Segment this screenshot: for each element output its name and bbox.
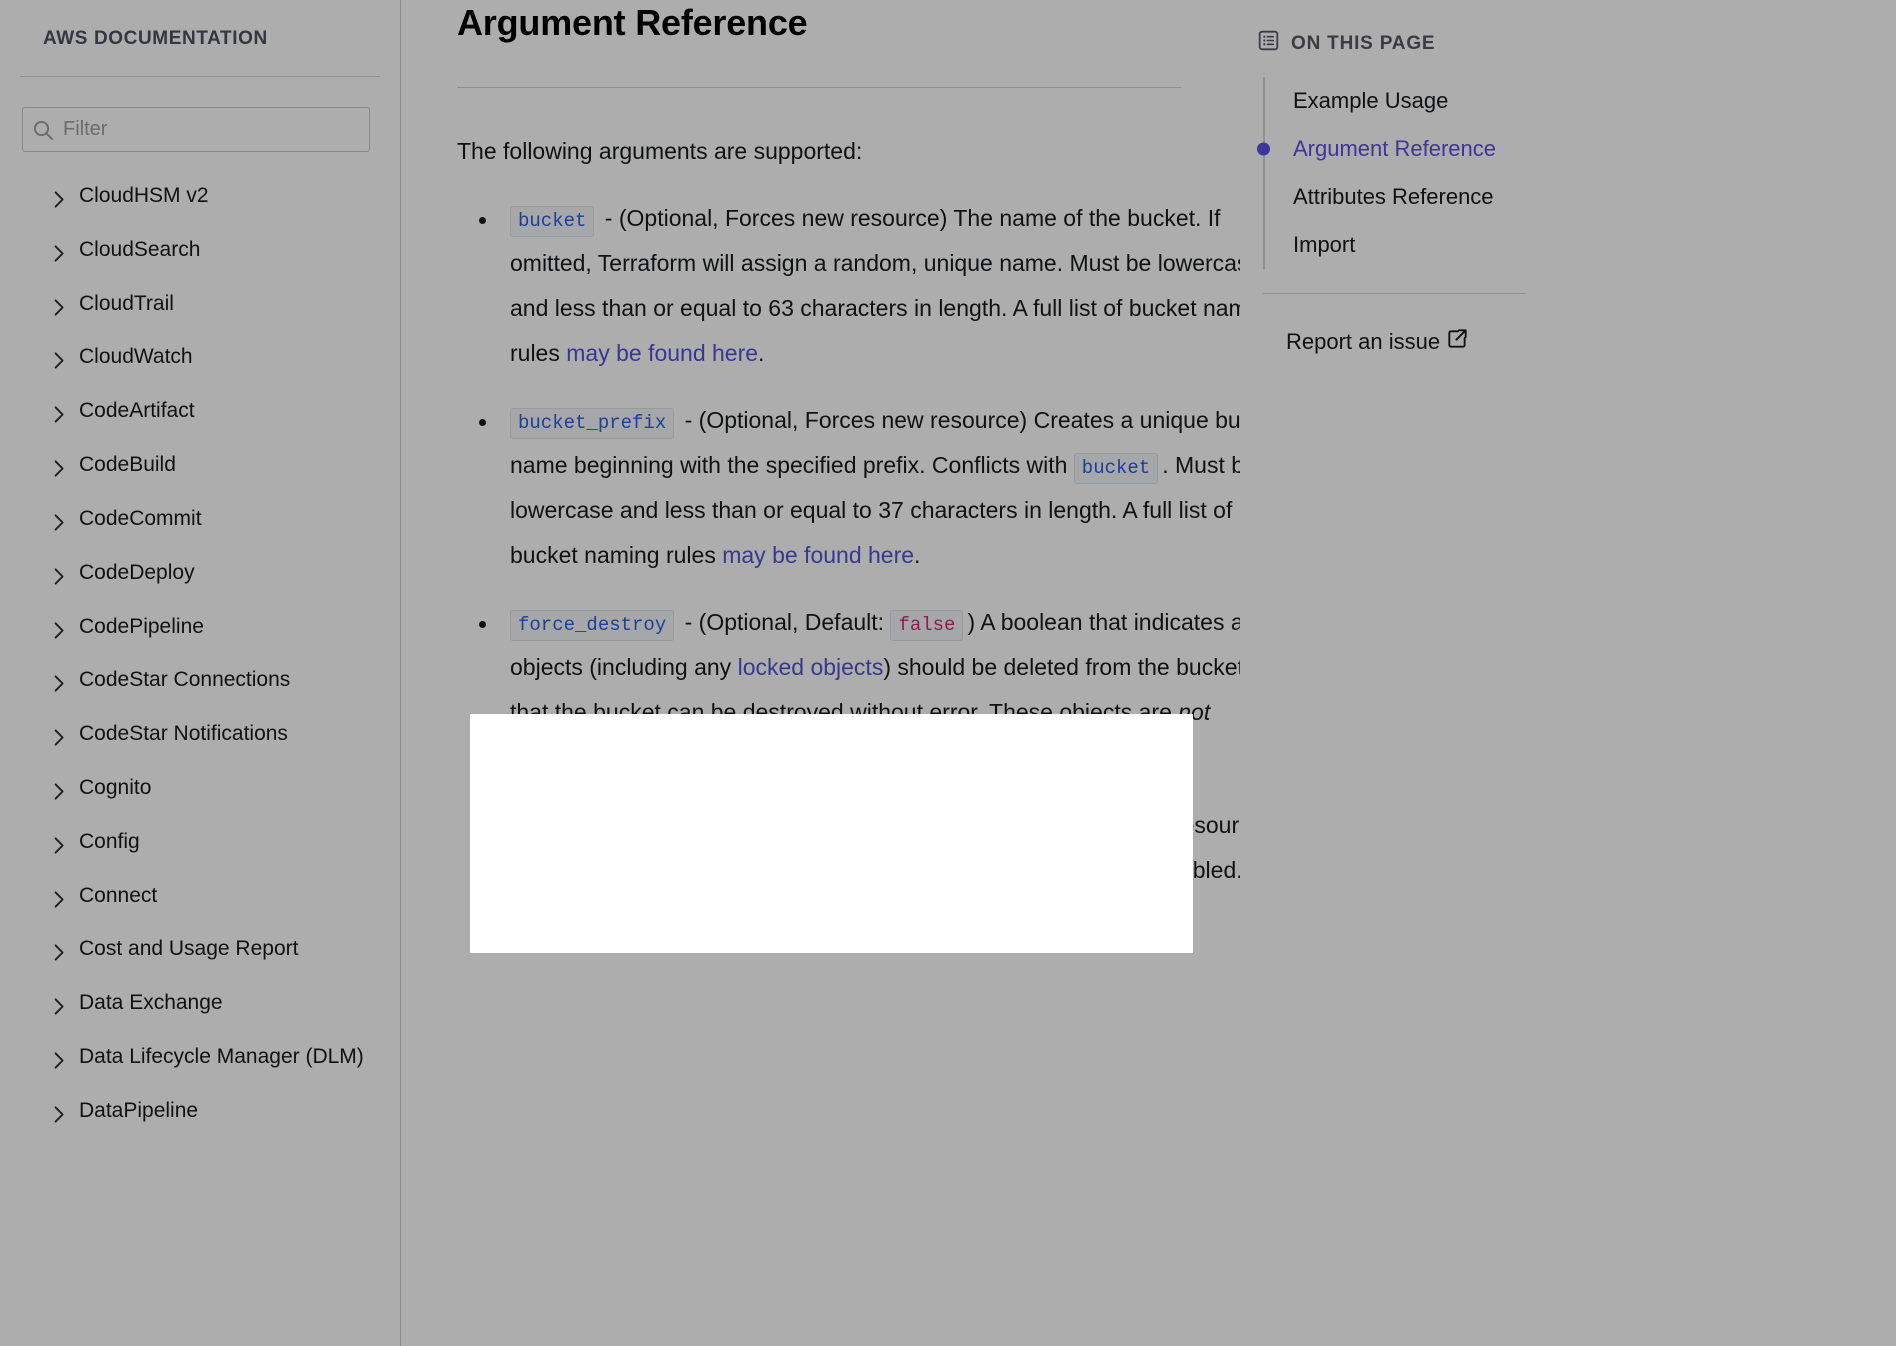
- sidebar-item-label: Cost and Usage Report: [79, 934, 376, 964]
- sidebar-item-label: CodeDeploy: [79, 558, 376, 588]
- sidebar-item-label: CloudHSM v2: [79, 181, 376, 211]
- argument-text: .: [914, 542, 920, 568]
- toc-item-argument-reference[interactable]: Argument Reference: [1265, 125, 1896, 173]
- sidebar-item-label: CodeStar Connections: [79, 665, 376, 695]
- chevron-right-icon: [54, 187, 65, 217]
- filter-input[interactable]: [63, 118, 369, 141]
- sidebar-item-codestar-connections[interactable]: CodeStar Connections: [0, 656, 400, 710]
- sidebar-item-codecommit[interactable]: CodeCommit: [0, 495, 400, 549]
- sidebar-item-label: Cognito: [79, 773, 376, 803]
- sidebar-item-label: DataPipeline: [79, 1096, 376, 1126]
- inline-doc-link[interactable]: locked objects: [738, 654, 884, 680]
- lead-paragraph: The following arguments are supported:: [457, 134, 1240, 170]
- sidebar-item-codedeploy[interactable]: CodeDeploy: [0, 549, 400, 603]
- sidebar-item-codebuild[interactable]: CodeBuild: [0, 441, 400, 495]
- on-this-page-header: ON THIS PAGE: [1258, 30, 1896, 57]
- left-sidebar: AWS DOCUMENTATION CloudHSM v2 CloudSearch…: [0, 0, 401, 1346]
- search-icon: [23, 107, 63, 152]
- sidebar-item-label: Data Exchange: [79, 988, 376, 1018]
- table-of-contents: Example UsageArgument ReferenceAttribute…: [1263, 77, 1896, 269]
- chevron-right-icon: [54, 510, 65, 540]
- chevron-right-icon: [54, 1102, 65, 1132]
- sidebar-item-cloudwatch[interactable]: CloudWatch: [0, 333, 400, 387]
- sidebar-item-cloudhsm-v2[interactable]: CloudHSM v2: [0, 172, 400, 226]
- external-link-icon: [1447, 328, 1468, 355]
- sidebar-item-label: CloudSearch: [79, 235, 376, 265]
- service-nav-list: CloudHSM v2 CloudSearch CloudTrail CloudWat…: [0, 152, 400, 1141]
- chevron-right-icon: [54, 725, 65, 755]
- sidebar-item-cognito[interactable]: Cognito: [0, 764, 400, 818]
- sidebar-item-cloudtrail[interactable]: CloudTrail: [0, 280, 400, 334]
- right-sidebar-divider: [1263, 293, 1525, 294]
- sidebar-item-cost-and-usage-report[interactable]: Cost and Usage Report: [0, 925, 400, 979]
- highlighted-argument-card: force_destroy - (Optional, Default: fals…: [470, 714, 1193, 953]
- chevron-right-icon: [54, 833, 65, 863]
- list-document-icon: [1258, 30, 1279, 57]
- filter-box[interactable]: [22, 107, 370, 152]
- chevron-right-icon: [54, 1048, 65, 1078]
- code-token: bucket: [1074, 453, 1158, 484]
- report-an-issue-link[interactable]: Report an issue: [1286, 328, 1468, 355]
- toc-item-import[interactable]: Import: [1265, 221, 1896, 269]
- on-this-page-label: ON THIS PAGE: [1291, 33, 1435, 55]
- sidebar-item-codestar-notifications[interactable]: CodeStar Notifications: [0, 710, 400, 764]
- inline-doc-link[interactable]: may be found here: [566, 340, 758, 366]
- page-title: Argument Reference: [457, 0, 1240, 44]
- code-value-token: false: [890, 610, 963, 641]
- sidebar-item-datapipeline[interactable]: DataPipeline: [0, 1087, 400, 1141]
- sidebar-item-label: Data Lifecycle Manager (DLM): [79, 1042, 376, 1072]
- toc-item-example-usage[interactable]: Example Usage: [1265, 77, 1896, 125]
- sidebar-title: AWS DOCUMENTATION: [0, 0, 400, 76]
- sidebar-item-label: CloudWatch: [79, 342, 376, 372]
- inline-doc-link[interactable]: may be found here: [722, 542, 914, 568]
- sidebar-item-codeartifact[interactable]: CodeArtifact: [0, 387, 400, 441]
- sidebar-item-data-exchange[interactable]: Data Exchange: [0, 979, 400, 1033]
- code-token: bucket_prefix: [510, 408, 674, 439]
- report-label: Report an issue: [1286, 329, 1440, 355]
- chevron-right-icon: [54, 940, 65, 970]
- title-rule: [457, 87, 1181, 88]
- documentation-page: AWS DOCUMENTATION CloudHSM v2 CloudSearch…: [0, 0, 1896, 1346]
- sidebar-item-label: CodePipeline: [79, 612, 376, 642]
- chevron-right-icon: [54, 671, 65, 701]
- chevron-right-icon: [54, 241, 65, 271]
- chevron-right-icon: [54, 348, 65, 378]
- chevron-right-icon: [54, 456, 65, 486]
- sidebar-item-codepipeline[interactable]: CodePipeline: [0, 603, 400, 657]
- sidebar-item-label: CodeStar Notifications: [79, 719, 376, 749]
- argument-item-bucket-prefix: bucket_prefix - (Optional, Forces new re…: [457, 398, 1240, 578]
- sidebar-item-label: CodeCommit: [79, 504, 376, 534]
- sidebar-item-config[interactable]: Config: [0, 818, 400, 872]
- chevron-right-icon: [54, 618, 65, 648]
- chevron-right-icon: [54, 779, 65, 809]
- filter-wrap: [0, 77, 400, 152]
- code-token: bucket: [510, 206, 594, 237]
- chevron-right-icon: [54, 295, 65, 325]
- sidebar-item-connect[interactable]: Connect: [0, 872, 400, 926]
- code-token: force_destroy: [510, 610, 674, 641]
- sidebar-item-cloudsearch[interactable]: CloudSearch: [0, 226, 400, 280]
- argument-item-bucket: bucket - (Optional, Forces new resource)…: [457, 196, 1240, 376]
- chevron-right-icon: [54, 994, 65, 1024]
- sidebar-item-label: CodeBuild: [79, 450, 376, 480]
- sidebar-item-label: CodeArtifact: [79, 396, 376, 426]
- sidebar-item-label: CloudTrail: [79, 289, 376, 319]
- sidebar-item-label: Connect: [79, 881, 376, 911]
- chevron-right-icon: [54, 564, 65, 594]
- chevron-right-icon: [54, 887, 65, 917]
- sidebar-item-label: Config: [79, 827, 376, 857]
- chevron-right-icon: [54, 402, 65, 432]
- right-sidebar: ON THIS PAGE Example UsageArgument Refer…: [1240, 0, 1896, 1346]
- sidebar-item-data-lifecycle-manager-dlm[interactable]: Data Lifecycle Manager (DLM): [0, 1033, 400, 1087]
- argument-text: .: [758, 340, 764, 366]
- toc-item-attributes-reference[interactable]: Attributes Reference: [1265, 173, 1896, 221]
- argument-text: - (Optional, Default:: [678, 609, 890, 635]
- main-content: Argument Reference The following argumen…: [401, 0, 1240, 1346]
